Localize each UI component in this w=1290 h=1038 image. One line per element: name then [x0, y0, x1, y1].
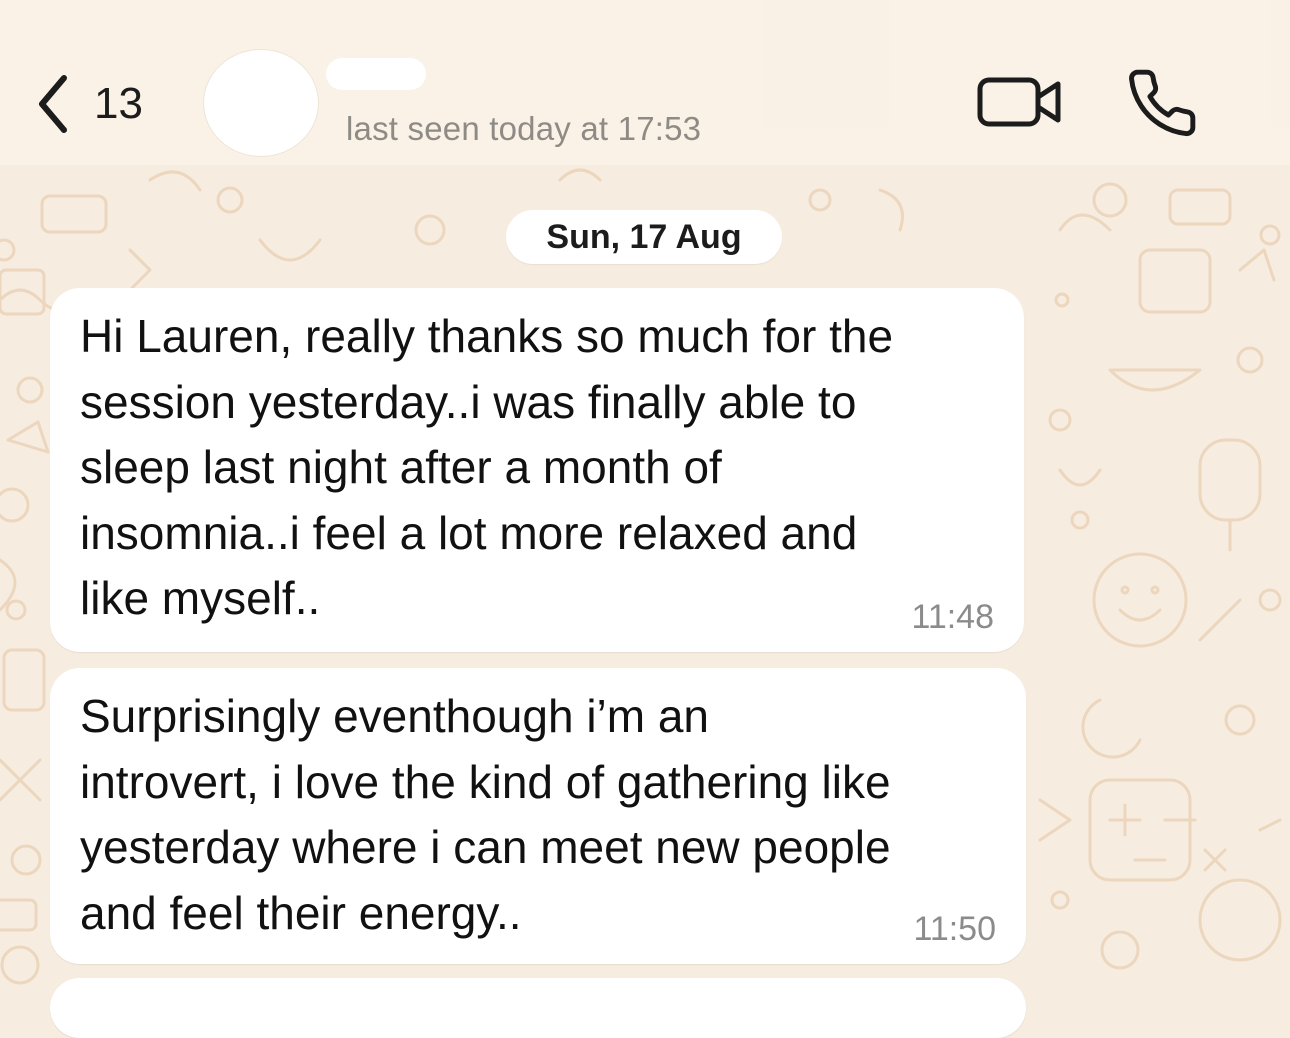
contact-name[interactable] [326, 58, 426, 90]
message-timestamp: 11:50 [913, 910, 996, 948]
contact-status: last seen today at 17:53 [346, 110, 702, 147]
message-text: Surprisingly eventhough i’m an introvert… [80, 690, 891, 939]
date-separator: Sun, 17 Aug [506, 210, 782, 264]
unread-count: 13 [94, 79, 143, 128]
message-bubble-partial[interactable] [50, 978, 1026, 1038]
chevron-left-icon [39, 75, 67, 133]
message-timestamp: 11:48 [911, 598, 994, 636]
back-button[interactable]: 13 [34, 70, 143, 138]
message-bubble-incoming[interactable]: Hi Lauren, really thanks so much for the… [50, 288, 1024, 652]
avatar[interactable] [204, 50, 318, 156]
phone-icon [1129, 69, 1196, 137]
chat-header: 13 last seen today at 17:53 [0, 0, 1290, 165]
message-text: Hi Lauren, really thanks so much for the… [80, 310, 894, 624]
voice-call-button[interactable] [1124, 66, 1200, 140]
video-call-button[interactable] [974, 70, 1066, 134]
message-bubble-incoming[interactable]: Surprisingly eventhough i’m an introvert… [50, 668, 1026, 964]
video-camera-icon [977, 77, 1061, 127]
